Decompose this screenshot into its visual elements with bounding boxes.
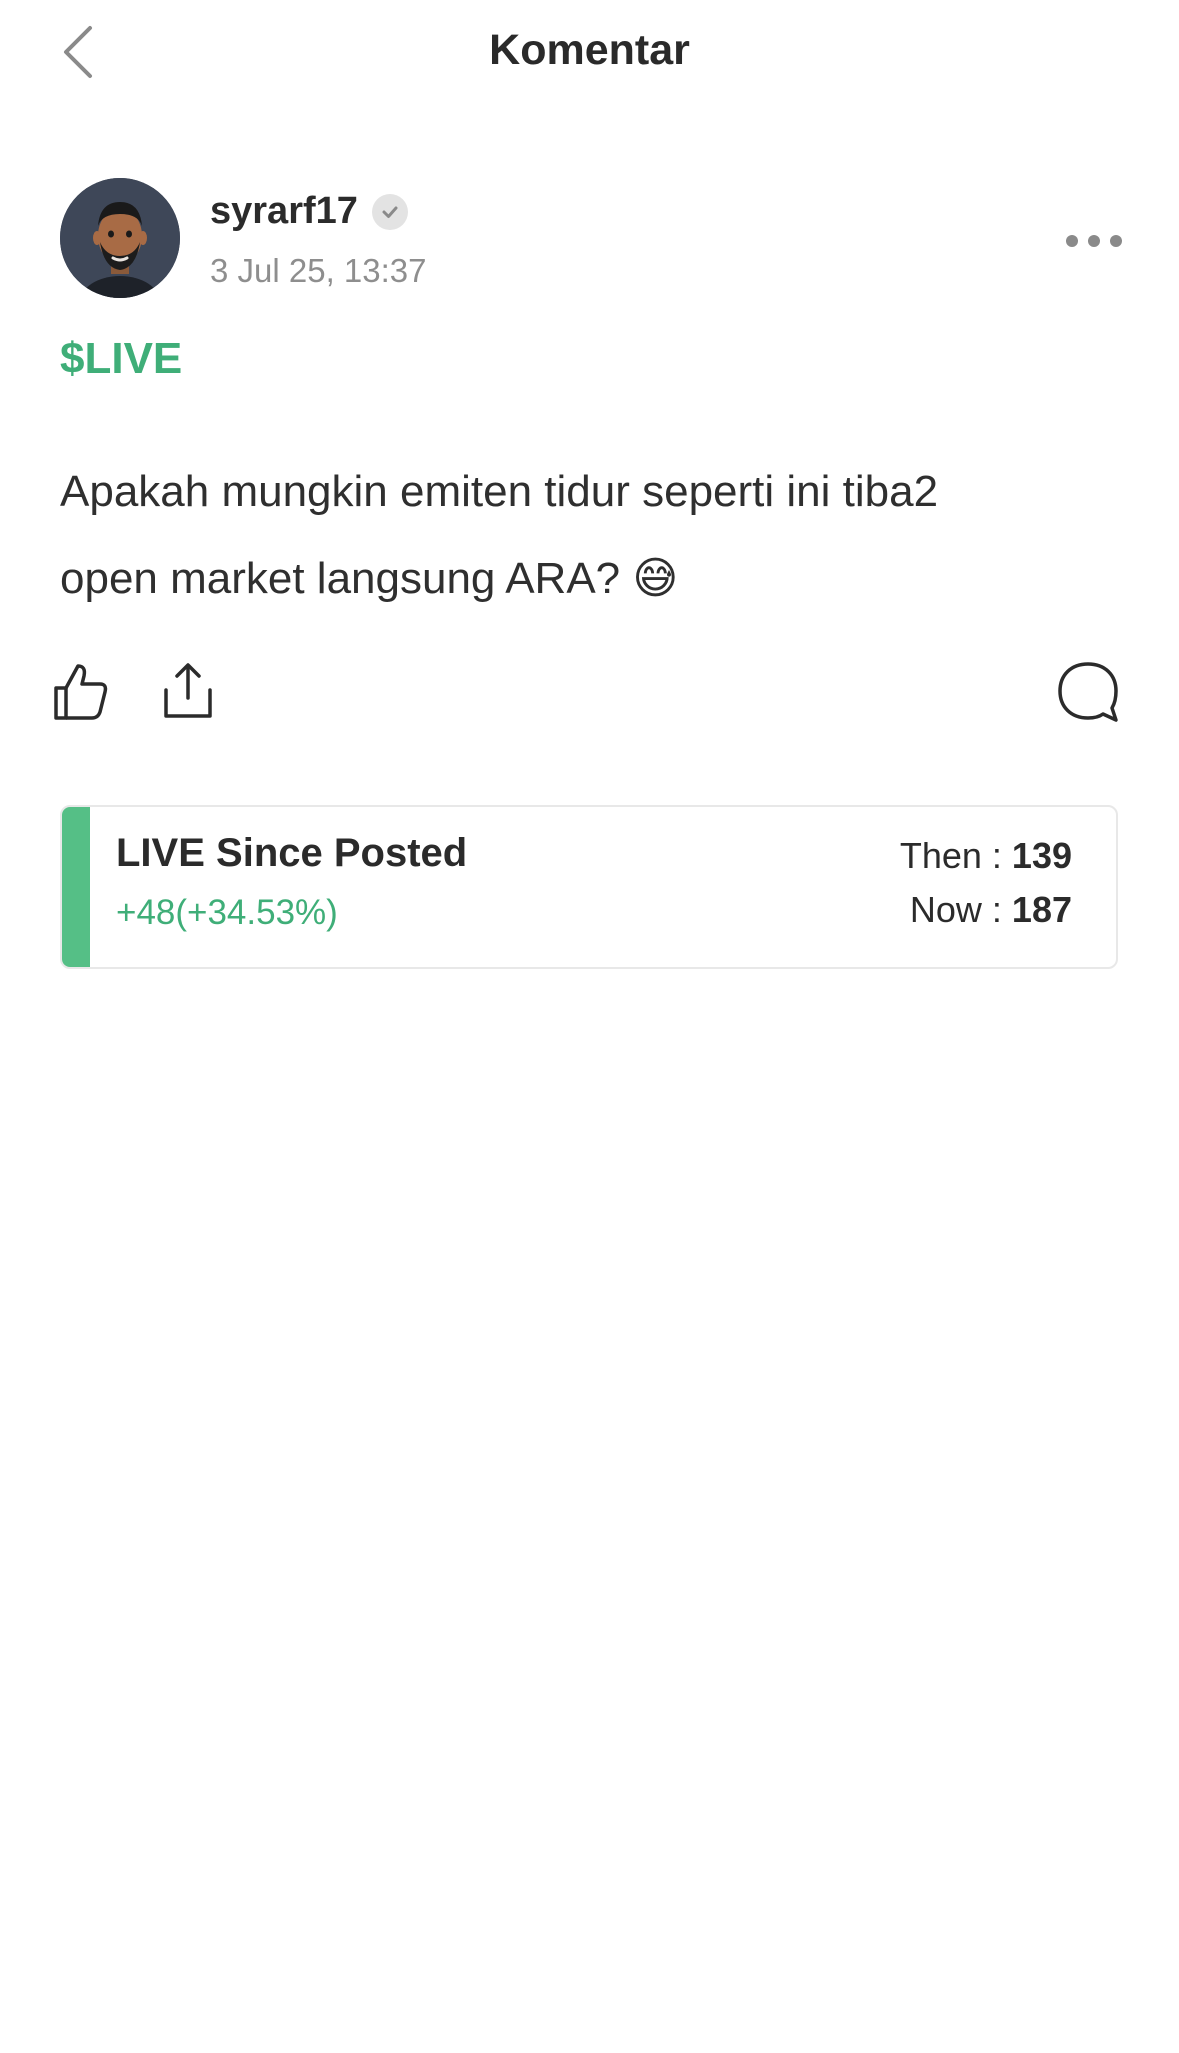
more-options-button[interactable]: [1062, 226, 1126, 256]
comment-bubble-icon: [1058, 662, 1118, 722]
comment-button[interactable]: [1056, 660, 1120, 724]
post-body-line: open market langsung ARA? 😅: [60, 554, 679, 603]
post-timestamp: 3 Jul 25, 13:37: [210, 252, 427, 289]
avatar[interactable]: [60, 178, 180, 298]
then-label: Then :: [899, 835, 1012, 876]
top-bar: Komentar: [0, 0, 1179, 110]
more-dots-icon: [1066, 235, 1122, 247]
thumbs-up-icon: [54, 664, 108, 720]
now-value: 187: [1011, 889, 1072, 930]
then-row: Then : 139: [900, 829, 1072, 883]
author-row: syrarf17: [210, 190, 408, 233]
like-button[interactable]: [52, 660, 110, 722]
post-body-line: Apakah mungkin emiten tidur seperti ini …: [60, 467, 939, 516]
share-button[interactable]: [160, 660, 216, 722]
card-accent-bar: [62, 807, 90, 967]
card-title: LIVE Since Posted: [116, 831, 468, 875]
now-row: Now : 187: [900, 883, 1072, 937]
now-label: Now :: [909, 889, 1012, 930]
comment-page: Komentar syrarf17 3 Jul 25, 13:37 $LIVE …: [0, 0, 1179, 2053]
page-title: Komentar: [489, 26, 690, 74]
since-posted-card[interactable]: LIVE Since Posted +48(+34.53%) Then : 13…: [60, 805, 1118, 969]
price-change: +48(+34.53%): [116, 893, 338, 932]
ticker-tag[interactable]: $LIVE: [60, 334, 182, 384]
post-body: Apakah mungkin emiten tidur seperti ini …: [60, 448, 1120, 622]
verified-badge-icon: [371, 193, 408, 230]
username[interactable]: syrarf17: [210, 190, 358, 233]
user-avatar-icon: [60, 178, 180, 298]
share-icon: [164, 663, 212, 718]
price-compare: Then : 139 Now : 187: [900, 829, 1072, 937]
then-value: 139: [1011, 835, 1072, 876]
